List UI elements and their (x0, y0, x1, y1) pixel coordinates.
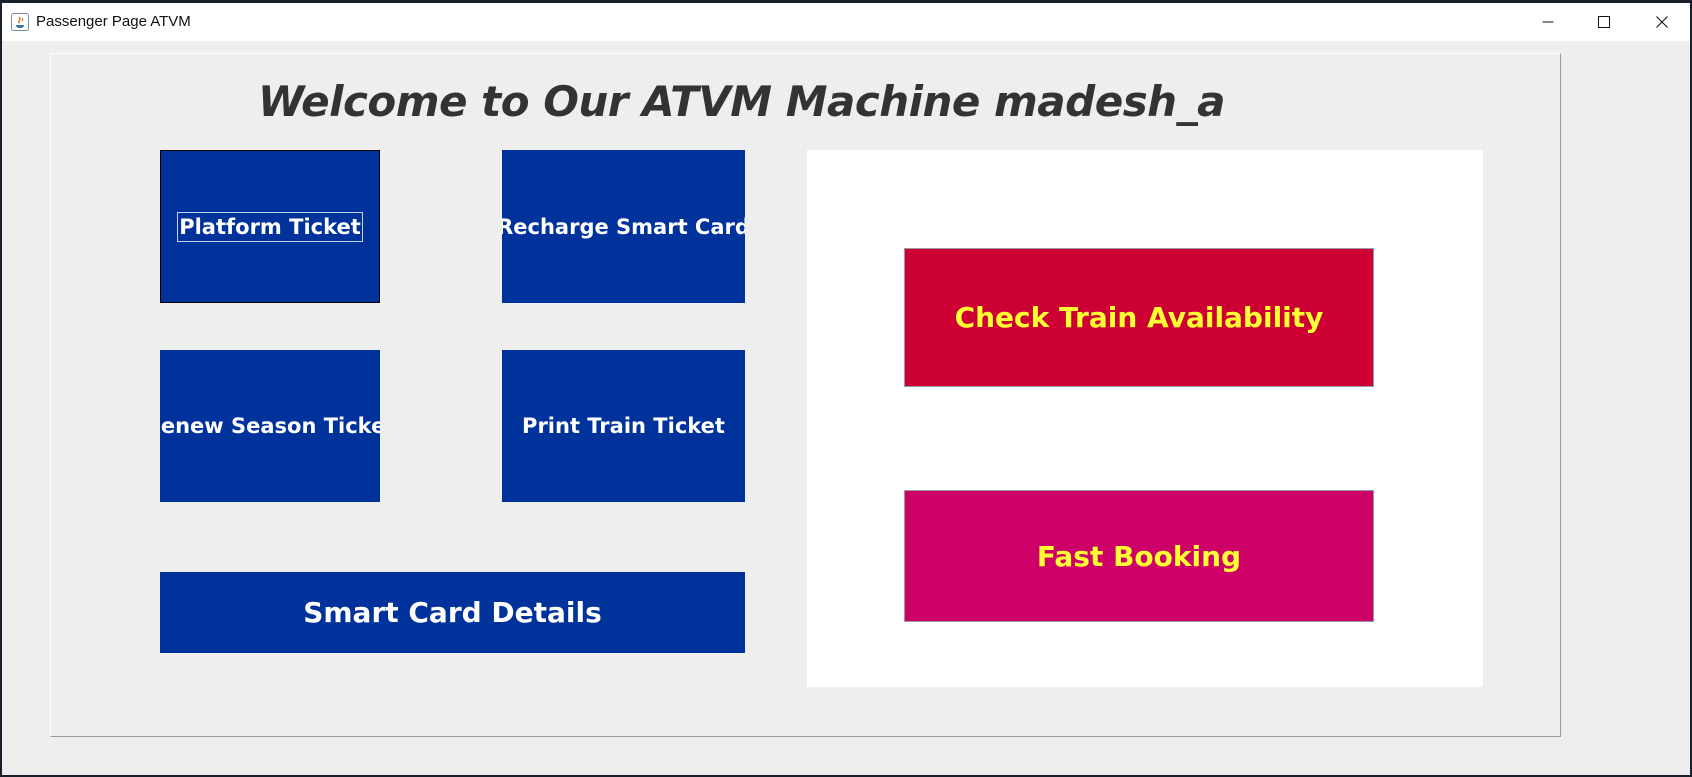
renew-season-ticket-button[interactable]: Renew Season Ticket (160, 350, 380, 502)
minimize-icon (1542, 21, 1554, 23)
window-title: Passenger Page ATVM (36, 13, 191, 30)
print-train-ticket-label: Print Train Ticket (522, 414, 725, 438)
platform-ticket-button[interactable]: Platform Ticket (160, 150, 380, 303)
smart-card-details-label: Smart Card Details (303, 596, 602, 629)
renew-season-ticket-label: Renew Season Ticket (160, 414, 380, 438)
minimize-button[interactable] (1520, 3, 1576, 41)
print-train-ticket-button[interactable]: Print Train Ticket (502, 350, 745, 502)
welcome-heading: Welcome to Our ATVM Machine madesh_a (258, 77, 1225, 126)
fast-booking-button[interactable]: Fast Booking (904, 490, 1374, 622)
smart-card-details-button[interactable]: Smart Card Details (160, 572, 745, 653)
recharge-smart-card-button[interactable]: Recharge Smart Card (502, 150, 745, 303)
recharge-smart-card-label: Recharge Smart Card (502, 214, 745, 239)
maximize-button[interactable] (1576, 3, 1632, 41)
platform-ticket-label: Platform Ticket (177, 211, 363, 242)
title-bar[interactable]: Passenger Page ATVM (2, 3, 1690, 41)
close-icon (1656, 16, 1668, 28)
close-button[interactable] (1634, 3, 1690, 41)
check-train-availability-label: Check Train Availability (954, 301, 1324, 334)
maximize-icon (1598, 16, 1610, 28)
java-app-icon (11, 13, 29, 31)
fast-booking-label: Fast Booking (1036, 539, 1242, 573)
check-train-availability-button[interactable]: Check Train Availability (904, 248, 1374, 387)
